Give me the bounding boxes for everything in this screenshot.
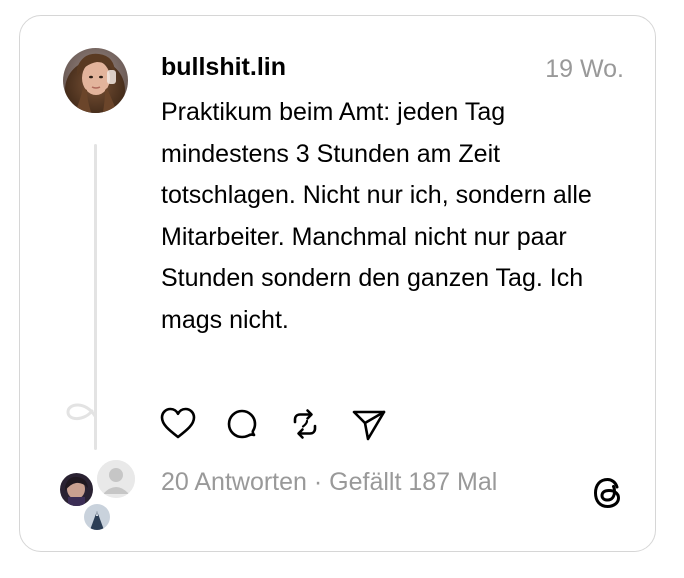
share-button[interactable] [350, 405, 388, 443]
like-button[interactable] [159, 405, 197, 443]
post-stats[interactable]: 20 Antworten · Gefällt 187 Mal [161, 468, 497, 497]
heart-icon [160, 407, 196, 439]
replier-avatar[interactable] [82, 502, 112, 532]
post-timestamp[interactable]: 19 Wo. [545, 55, 624, 84]
user-avatar[interactable] [63, 48, 128, 113]
repost-button[interactable] [286, 405, 324, 443]
thread-loop-icon [62, 395, 102, 435]
send-icon [352, 410, 386, 441]
comment-icon [227, 409, 257, 439]
username[interactable]: bullshit.lin [161, 53, 286, 82]
repost-icon [293, 409, 317, 439]
replier-avatar[interactable] [95, 458, 137, 500]
threads-logo-icon[interactable] [590, 474, 626, 512]
replier-avatar[interactable] [58, 471, 95, 508]
post-text: Praktikum beim Amt: jeden Tag mindestens… [161, 98, 592, 334]
reply-button[interactable] [223, 405, 261, 443]
